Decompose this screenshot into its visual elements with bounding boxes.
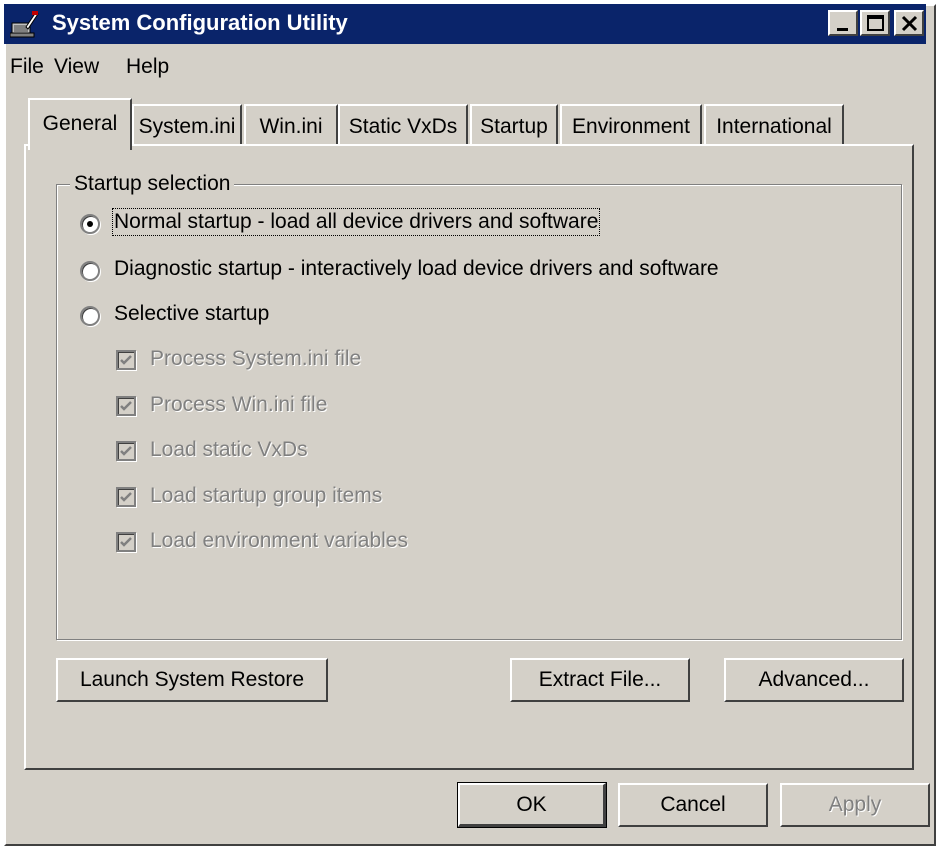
- load-startup-group-label: Load startup group items: [150, 484, 383, 507]
- maximize-button[interactable]: [860, 10, 890, 36]
- group-label: Startup selection: [70, 172, 235, 196]
- load-static-vxds-label: Load static VxDs: [150, 438, 308, 461]
- selective-startup-radio[interactable]: [80, 306, 100, 326]
- advanced-button[interactable]: Advanced...: [724, 658, 904, 702]
- process-system-ini-label: Process System.ini file: [150, 347, 362, 370]
- normal-startup-radio[interactable]: [80, 214, 100, 234]
- load-startup-group-checkbox[interactable]: [116, 487, 136, 507]
- tab-international[interactable]: International: [704, 104, 844, 146]
- normal-startup-label[interactable]: Normal startup - load all device drivers…: [111, 208, 601, 236]
- menu-view[interactable]: View: [54, 55, 99, 79]
- cancel-button[interactable]: Cancel: [618, 783, 768, 827]
- load-environment-variables-checkbox[interactable]: [116, 532, 136, 552]
- title-bar[interactable]: System Configuration Utility: [4, 4, 926, 44]
- window-title: System Configuration Utility: [52, 10, 348, 35]
- tab-system-ini[interactable]: System.ini: [132, 104, 242, 146]
- apply-button[interactable]: Apply: [780, 783, 930, 827]
- menu-file[interactable]: File: [10, 55, 44, 79]
- msconfig-app-icon: [9, 9, 40, 39]
- process-win-ini-checkbox[interactable]: [116, 396, 136, 416]
- load-environment-variables-label: Load environment variables: [150, 529, 408, 552]
- close-icon: [901, 15, 918, 32]
- tab-startup[interactable]: Startup: [470, 104, 558, 146]
- maximize-icon: [867, 15, 884, 31]
- process-win-ini-label: Process Win.ini file: [150, 393, 328, 416]
- checkmark-icon: [120, 492, 132, 502]
- checkmark-icon: [120, 401, 132, 411]
- process-system-ini-checkbox[interactable]: [116, 350, 136, 370]
- radio-selected-dot: [87, 221, 93, 227]
- minimize-icon: [837, 28, 848, 31]
- checkmark-icon: [120, 446, 132, 456]
- tab-static-vxds[interactable]: Static VxDs: [338, 104, 468, 146]
- menu-bar: File View Help: [4, 50, 926, 86]
- minimize-button[interactable]: [828, 10, 858, 36]
- tab-win-ini[interactable]: Win.ini: [244, 104, 338, 146]
- diagnostic-startup-label[interactable]: Diagnostic startup - interactively load …: [114, 257, 719, 281]
- menu-help[interactable]: Help: [126, 55, 169, 79]
- load-static-vxds-checkbox[interactable]: [116, 441, 136, 461]
- diagnostic-startup-radio[interactable]: [80, 261, 100, 281]
- close-button[interactable]: [894, 10, 924, 36]
- checkmark-icon: [120, 355, 132, 365]
- checkmark-icon: [120, 537, 132, 547]
- ok-button[interactable]: OK: [457, 782, 607, 828]
- tab-general[interactable]: General: [28, 98, 132, 150]
- extract-file-button[interactable]: Extract File...: [510, 658, 690, 702]
- selective-startup-label[interactable]: Selective startup: [114, 302, 269, 326]
- tab-environment[interactable]: Environment: [560, 104, 702, 146]
- general-tab-panel: Startup selection Normal startup - load …: [24, 144, 914, 770]
- launch-system-restore-button[interactable]: Launch System Restore: [56, 658, 328, 702]
